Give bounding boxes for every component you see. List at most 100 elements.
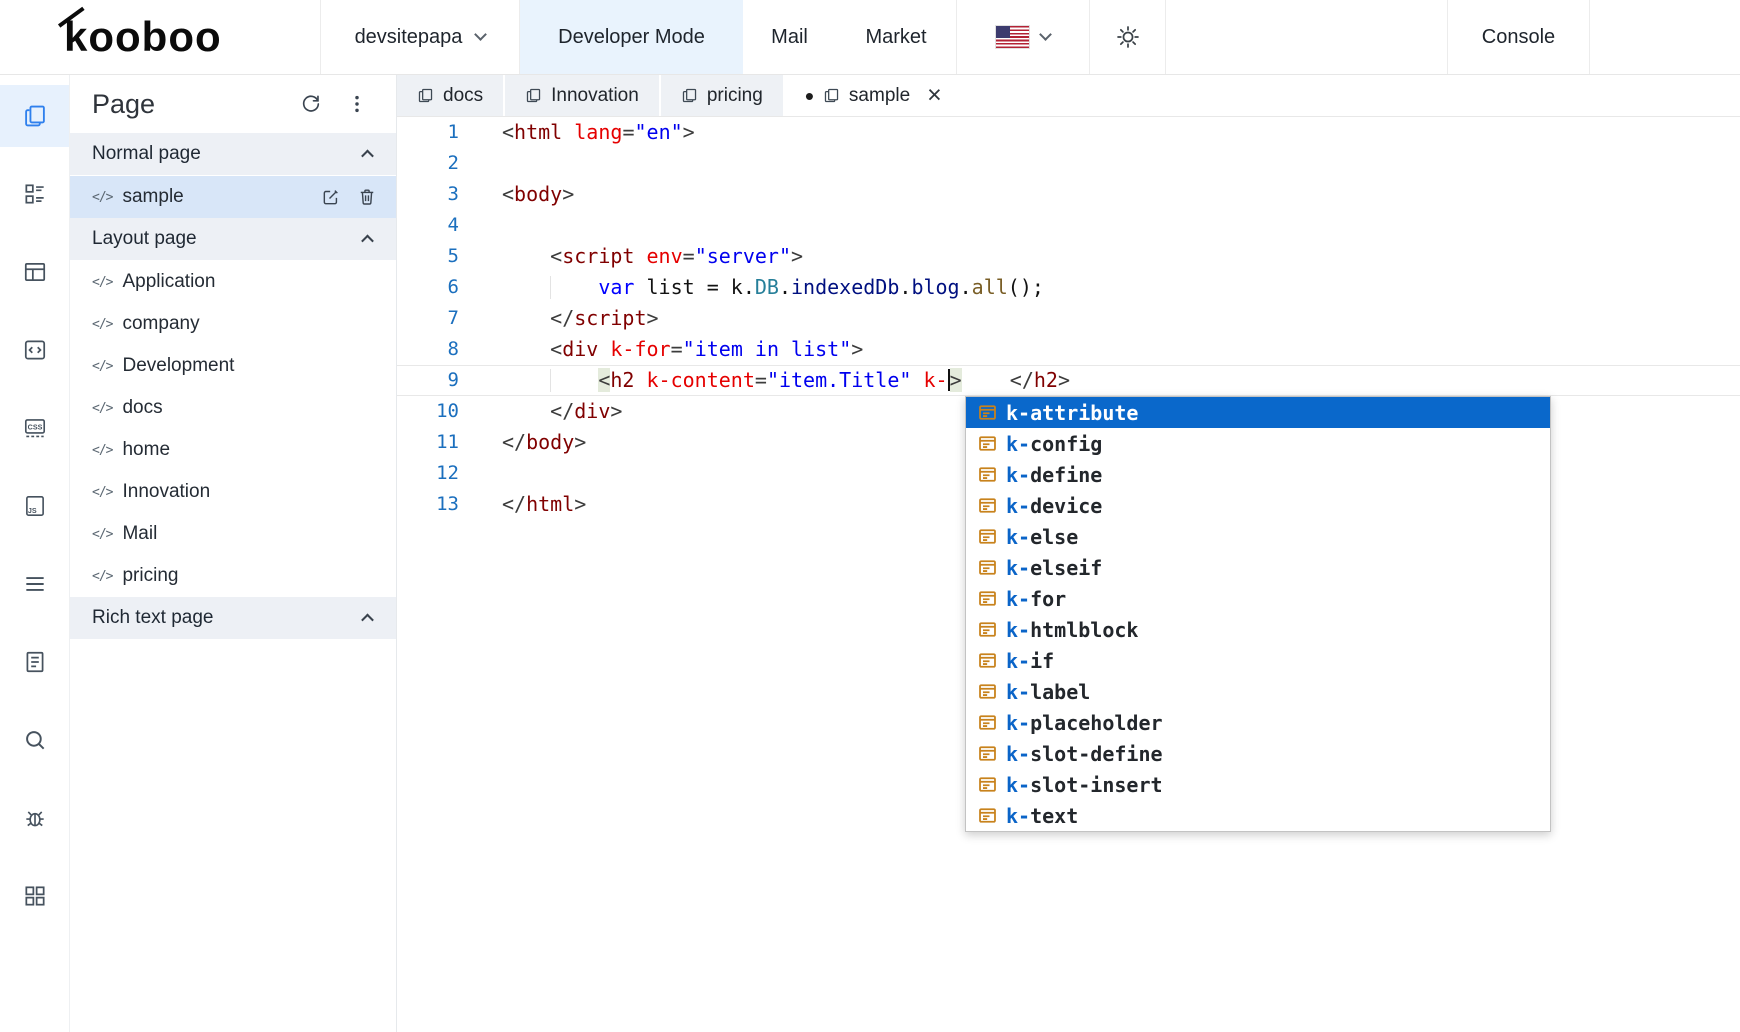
chevron-up-icon xyxy=(361,149,374,162)
suggestion-match: k- xyxy=(1006,463,1030,487)
suggestion-label: k-device xyxy=(1006,494,1102,518)
snippet-icon xyxy=(978,558,997,577)
suggestion-item[interactable]: k-slot-define xyxy=(966,738,1550,769)
suggestion-item[interactable]: k-label xyxy=(966,676,1550,707)
tab-docs[interactable]: docs xyxy=(397,75,503,116)
suggestion-item[interactable]: k-placeholder xyxy=(966,707,1550,738)
rail-item-content-types[interactable] xyxy=(0,163,69,225)
refresh-button[interactable] xyxy=(296,89,326,119)
rail-item-menus[interactable] xyxy=(0,553,69,615)
section-header-normal-page[interactable]: Normal page xyxy=(70,133,396,175)
page-item-pricing[interactable]: </>pricing xyxy=(70,555,396,597)
suggestion-item[interactable]: k-for xyxy=(966,583,1550,614)
page-list: Normal page</>sampleLayout page</>Applic… xyxy=(70,133,396,640)
site-selector[interactable]: devsitepapa xyxy=(320,0,520,74)
page-item-home[interactable]: </>home xyxy=(70,429,396,471)
suggestion-label: k-placeholder xyxy=(1006,711,1163,735)
rail-item-search[interactable] xyxy=(0,709,69,771)
chevron-down-icon xyxy=(475,28,488,41)
rail-item-code[interactable] xyxy=(0,319,69,381)
page-item-company[interactable]: </>company xyxy=(70,303,396,345)
suggestion-item[interactable]: k-text xyxy=(966,800,1550,831)
tab-pricing[interactable]: pricing xyxy=(661,75,783,116)
panel-menu-button[interactable] xyxy=(342,89,372,119)
rail-item-debug[interactable] xyxy=(0,787,69,849)
tab-innovation[interactable]: Innovation xyxy=(505,75,659,116)
delete-icon[interactable] xyxy=(356,186,378,208)
suggestion-label: k-else xyxy=(1006,525,1078,549)
code-line[interactable]: 6 var list = k.DB.indexedDb.blog.all(); xyxy=(397,272,1740,303)
chevron-down-icon xyxy=(1039,28,1052,41)
rail-item-styles[interactable]: CSS xyxy=(0,397,69,459)
code-line[interactable]: 4 xyxy=(397,210,1740,241)
suggestion-item[interactable]: k-elseif xyxy=(966,552,1550,583)
console-label: Console xyxy=(1482,26,1555,49)
rail-item-modules[interactable] xyxy=(0,865,69,927)
language-selector[interactable] xyxy=(956,0,1089,74)
suggestion-match: k- xyxy=(1006,711,1030,735)
suggestion-item[interactable]: k-define xyxy=(966,459,1550,490)
line-number: 11 xyxy=(397,427,459,458)
kooboo-logo[interactable]: kooboo xyxy=(0,0,320,74)
suggestion-label: k-slot-define xyxy=(1006,742,1163,766)
suggestion-item[interactable]: k-device xyxy=(966,490,1550,521)
page-item-label: Mail xyxy=(122,523,157,545)
suggestion-rest: device xyxy=(1030,494,1102,518)
code-line[interactable]: 3<body> xyxy=(397,179,1740,210)
page-item-label: docs xyxy=(122,397,162,419)
section-header-layout-page[interactable]: Layout page xyxy=(70,218,396,260)
code-line[interactable]: 9 <h2 k-content="item.Title" k-> </h2> xyxy=(397,365,1740,396)
page-item-label: sample xyxy=(122,186,183,208)
line-number: 10 xyxy=(397,396,459,427)
line-content: <html lang="en"> xyxy=(459,117,1740,148)
code-line[interactable]: 2 xyxy=(397,148,1740,179)
line-content: </script> xyxy=(459,303,1740,334)
code-line[interactable]: 7 </script> xyxy=(397,303,1740,334)
page-item-innovation[interactable]: </>Innovation xyxy=(70,471,396,513)
line-number: 6 xyxy=(397,272,459,303)
nav-market[interactable]: Market xyxy=(836,0,956,74)
page-item-label: company xyxy=(122,313,199,335)
code-line[interactable]: 5 <script env="server"> xyxy=(397,241,1740,272)
close-tab-icon[interactable]: × xyxy=(927,83,942,108)
suggestion-item[interactable]: k-attribute xyxy=(966,397,1550,428)
nav-mail[interactable]: Mail xyxy=(743,0,836,74)
page-item-mail[interactable]: </>Mail xyxy=(70,513,396,555)
nav-developer-mode[interactable]: Developer Mode xyxy=(520,0,743,74)
theme-toggle[interactable] xyxy=(1089,0,1166,74)
page-item-sample[interactable]: </>sample xyxy=(70,176,396,218)
section-label: Layout page xyxy=(92,228,363,250)
page-file-icon: </> xyxy=(92,443,112,458)
suggestion-rest: config xyxy=(1030,432,1102,456)
page-item-docs[interactable]: </>docs xyxy=(70,387,396,429)
suggestion-label: k-if xyxy=(1006,649,1054,673)
suggestion-label: k-attribute xyxy=(1006,401,1138,425)
content-frame: CSS JS xyxy=(0,75,1740,1032)
sun-icon xyxy=(1115,24,1141,50)
code-editor[interactable]: 1<html lang="en">23<body>45 <script env=… xyxy=(397,117,1740,1032)
suggestion-match: k- xyxy=(1006,401,1030,425)
nav-console[interactable]: Console xyxy=(1447,0,1590,74)
suggestion-item[interactable]: k-else xyxy=(966,521,1550,552)
page-item-label: pricing xyxy=(122,565,178,587)
code-line[interactable]: 8 <div k-for="item in list"> xyxy=(397,334,1740,365)
tab-sample[interactable]: •sample× xyxy=(785,75,962,116)
suggestion-item[interactable]: k-config xyxy=(966,428,1550,459)
line-content xyxy=(459,210,1740,241)
rail-item-scripts[interactable]: JS xyxy=(0,475,69,537)
suggestion-item[interactable]: k-slot-insert xyxy=(966,769,1550,800)
rail-item-documents[interactable] xyxy=(0,631,69,693)
rail-item-pages[interactable] xyxy=(0,85,69,147)
code-line[interactable]: 1<html lang="en"> xyxy=(397,117,1740,148)
section-header-rich-text-page[interactable]: Rich text page xyxy=(70,597,396,639)
suggestion-match: k- xyxy=(1006,804,1030,828)
suggestion-item[interactable]: k-if xyxy=(966,645,1550,676)
suggestion-item[interactable]: k-htmlblock xyxy=(966,614,1550,645)
page-tab-icon xyxy=(525,87,542,104)
page-item-development[interactable]: </>Development xyxy=(70,345,396,387)
edit-icon[interactable] xyxy=(320,186,342,208)
page-file-icon: </> xyxy=(92,485,112,500)
suggestion-rest: htmlblock xyxy=(1030,618,1138,642)
rail-item-layouts[interactable] xyxy=(0,241,69,303)
page-item-application[interactable]: </>Application xyxy=(70,261,396,303)
